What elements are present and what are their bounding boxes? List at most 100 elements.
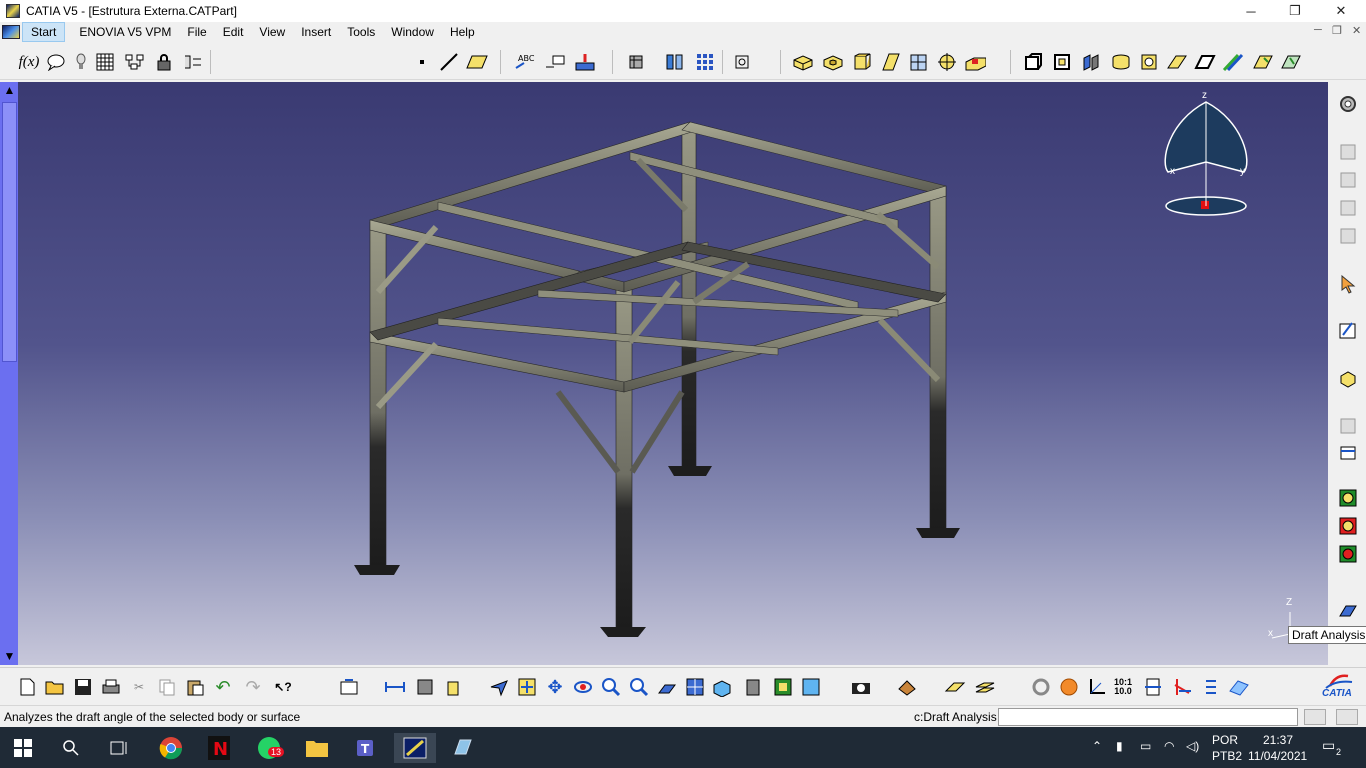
command-button-2[interactable]	[1336, 709, 1358, 725]
curvature-analysis-icon[interactable]	[1336, 514, 1360, 538]
file-explorer-icon[interactable]	[302, 733, 332, 763]
draft-icon[interactable]	[1222, 51, 1244, 73]
text-annotation-icon[interactable]: ABC	[514, 51, 536, 73]
menu-tools[interactable]: Tools	[339, 22, 383, 42]
insert-body-icon[interactable]	[1051, 51, 1073, 73]
boolean-icon[interactable]	[1022, 51, 1044, 73]
print-icon[interactable]	[100, 676, 122, 698]
menu-insert[interactable]: Insert	[293, 22, 339, 42]
draft-analysis-icon[interactable]	[1336, 486, 1360, 510]
wifi-icon[interactable]: ◠	[1164, 739, 1174, 753]
refresh-icon[interactable]	[1030, 676, 1052, 698]
scroll-thumb[interactable]	[2, 102, 17, 362]
teams-icon[interactable]: T	[352, 733, 382, 763]
axis-system-icon[interactable]	[626, 51, 648, 73]
capture-icon[interactable]	[850, 676, 872, 698]
clock-date[interactable]: 11/04/2021	[1248, 749, 1307, 763]
close-button[interactable]: ✕	[1318, 0, 1364, 22]
split-icon[interactable]	[664, 51, 686, 73]
normal-view-icon[interactable]	[656, 676, 678, 698]
point-icon[interactable]	[411, 51, 433, 73]
publication-icon[interactable]	[1336, 140, 1360, 164]
3d-annotation-icon[interactable]	[1336, 366, 1360, 390]
language-indicator[interactable]: POR	[1212, 733, 1238, 747]
menu-edit[interactable]: Edit	[215, 22, 252, 42]
comment-icon[interactable]	[45, 51, 67, 73]
microphone-icon[interactable]: ▮	[1116, 739, 1123, 753]
distance-analysis-icon[interactable]	[1336, 542, 1360, 566]
surface-icon[interactable]	[1228, 676, 1250, 698]
box-icon[interactable]	[1166, 51, 1188, 73]
catia-taskbar-icon[interactable]	[394, 733, 436, 763]
sections-icon[interactable]	[1142, 676, 1164, 698]
menu-file[interactable]: File	[179, 22, 214, 42]
menu-window[interactable]: Window	[383, 22, 442, 42]
rotate-icon[interactable]	[572, 676, 594, 698]
orientation-compass[interactable]	[1164, 101, 1248, 216]
scroll-up-icon[interactable]: ▲	[3, 84, 16, 97]
keyboard-layout[interactable]: PTB2	[1212, 749, 1242, 763]
restore-button[interactable]: ❐	[1272, 0, 1318, 22]
parameters-icon[interactable]	[182, 51, 204, 73]
line-icon[interactable]	[438, 51, 460, 73]
flag-note-icon[interactable]	[544, 51, 566, 73]
shading-icon[interactable]	[742, 676, 764, 698]
minimize-button[interactable]: ─	[1228, 0, 1274, 22]
catalog-icon[interactable]	[1110, 51, 1132, 73]
command-button-1[interactable]	[1304, 709, 1326, 725]
scale-icon[interactable]: 10:1 10.0	[1112, 676, 1134, 698]
chrome-icon[interactable]	[156, 733, 186, 763]
formula-icon[interactable]: f(x)	[18, 51, 40, 73]
windows-start-icon[interactable]	[8, 733, 38, 763]
hand-icon[interactable]	[1058, 676, 1080, 698]
netflix-icon[interactable]: N	[204, 733, 234, 763]
view-icon[interactable]	[1336, 414, 1360, 438]
notifications-icon[interactable]: ▭	[1322, 737, 1335, 754]
open-icon[interactable]	[44, 676, 66, 698]
cylinder-icon[interactable]	[1138, 51, 1160, 73]
shell-icon[interactable]	[1280, 51, 1302, 73]
ordered-geometry-icon[interactable]	[1336, 196, 1360, 220]
app-icon[interactable]	[448, 733, 478, 763]
lock-icon[interactable]	[153, 51, 175, 73]
whats-this-icon[interactable]: ↖?	[272, 676, 294, 698]
steel-frame-model[interactable]	[18, 82, 1328, 665]
pad-icon[interactable]	[792, 51, 814, 73]
redo-icon[interactable]: ↷	[242, 676, 264, 698]
shaft-icon[interactable]	[850, 51, 872, 73]
paste-icon[interactable]	[184, 676, 206, 698]
body-icon[interactable]	[1336, 224, 1360, 248]
whatsapp-icon[interactable]: 13	[254, 733, 285, 763]
undo-icon[interactable]: ↶	[212, 676, 234, 698]
start-logo-icon[interactable]	[2, 25, 20, 39]
copy-icon[interactable]	[156, 676, 178, 698]
clock-time[interactable]: 21:37	[1263, 733, 1293, 747]
snap-icon[interactable]	[731, 51, 753, 73]
pan-icon[interactable]: ✥	[544, 676, 566, 698]
apply-material-2-icon[interactable]	[896, 676, 918, 698]
swap-space-icon[interactable]	[800, 676, 822, 698]
command-input[interactable]	[998, 708, 1298, 726]
rib-icon[interactable]	[880, 51, 902, 73]
stiffener-icon[interactable]	[908, 51, 930, 73]
plane-icon[interactable]	[466, 51, 488, 73]
light-icon[interactable]	[70, 51, 92, 73]
apply-material-icon[interactable]	[1081, 51, 1103, 73]
multi-view-icon[interactable]	[684, 676, 706, 698]
zoom-in-icon[interactable]	[600, 676, 622, 698]
iso-view-icon[interactable]	[712, 676, 734, 698]
battery-icon[interactable]: ▭	[1140, 739, 1151, 753]
select-icon[interactable]	[1336, 272, 1360, 296]
measure-item-icon[interactable]	[414, 676, 436, 698]
spec-tree-icon[interactable]	[1200, 676, 1222, 698]
update-icon[interactable]	[338, 676, 360, 698]
menu-view[interactable]: View	[251, 22, 293, 42]
measure-between-icon[interactable]	[384, 676, 406, 698]
scroll-down-icon[interactable]: ▼	[3, 650, 16, 663]
save-icon[interactable]	[72, 676, 94, 698]
fillet-icon[interactable]	[1194, 51, 1216, 73]
table-icon[interactable]	[94, 51, 116, 73]
volume-icon[interactable]: ◁)	[1186, 739, 1199, 753]
search-icon[interactable]	[56, 733, 86, 763]
design-table-icon[interactable]	[124, 51, 146, 73]
